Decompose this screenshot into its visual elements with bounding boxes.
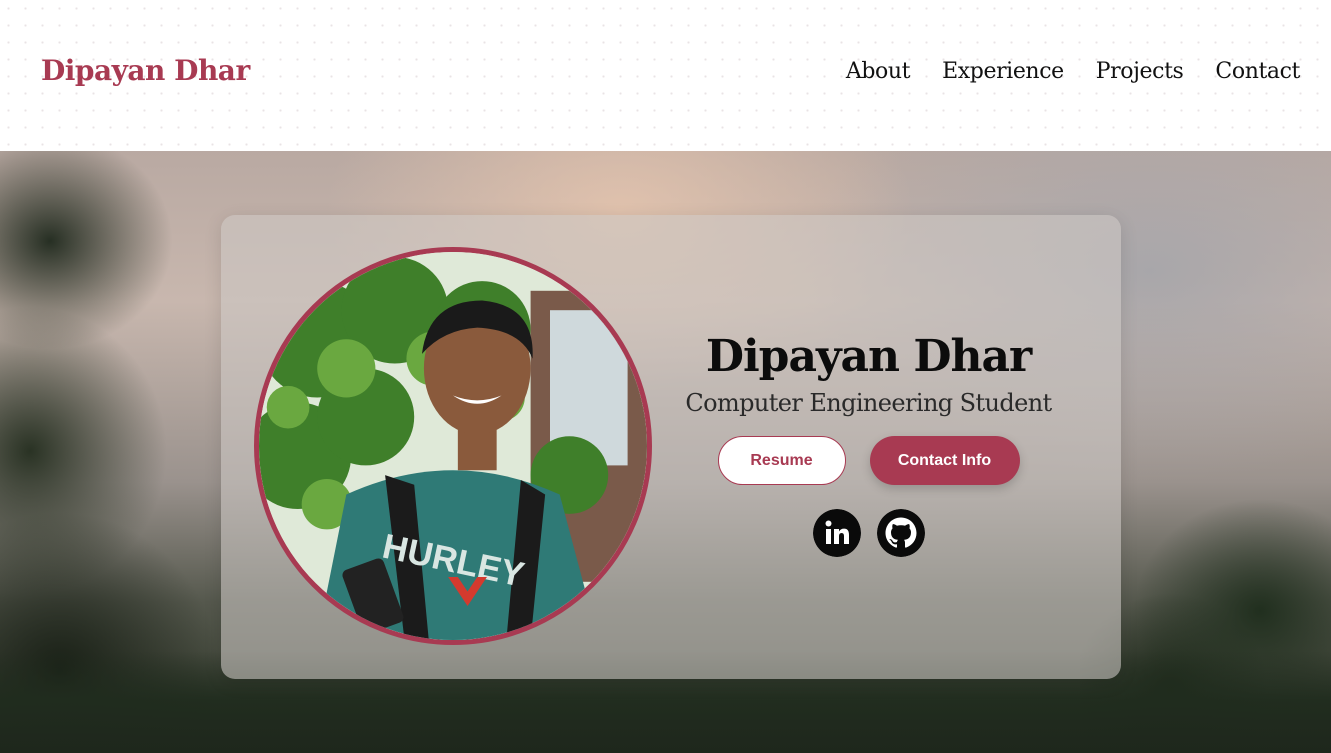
profile-photo-illustration: HURLEY: [259, 252, 647, 640]
profile-info: Dipayan Dhar Computer Engineering Studen…: [661, 331, 1076, 558]
hero-role: Computer Engineering Student: [685, 389, 1052, 418]
profile-card: HURLEY Dipayan Dhar Computer Engineering…: [221, 215, 1121, 679]
hero-button-row: Resume Contact Info: [661, 436, 1076, 486]
nav-link-about[interactable]: About: [846, 59, 911, 84]
brand-logo-text[interactable]: Dipayan Dhar: [41, 54, 250, 87]
nav-link-experience[interactable]: Experience: [942, 59, 1064, 84]
linkedin-icon[interactable]: [812, 509, 861, 558]
main-nav: About Experience Projects Contact: [846, 59, 1301, 84]
github-icon[interactable]: [876, 509, 925, 558]
resume-button[interactable]: Resume: [717, 436, 846, 486]
hero-name: Dipayan Dhar: [705, 331, 1032, 382]
hero-section: HURLEY Dipayan Dhar Computer Engineering…: [0, 151, 1331, 753]
site-header: Dipayan Dhar About Experience Projects C…: [0, 0, 1331, 151]
social-links: [661, 509, 1076, 558]
nav-link-projects[interactable]: Projects: [1096, 59, 1184, 84]
profile-photo: HURLEY: [254, 247, 652, 645]
nav-link-contact[interactable]: Contact: [1215, 59, 1300, 84]
contact-info-button[interactable]: Contact Info: [869, 436, 1020, 486]
